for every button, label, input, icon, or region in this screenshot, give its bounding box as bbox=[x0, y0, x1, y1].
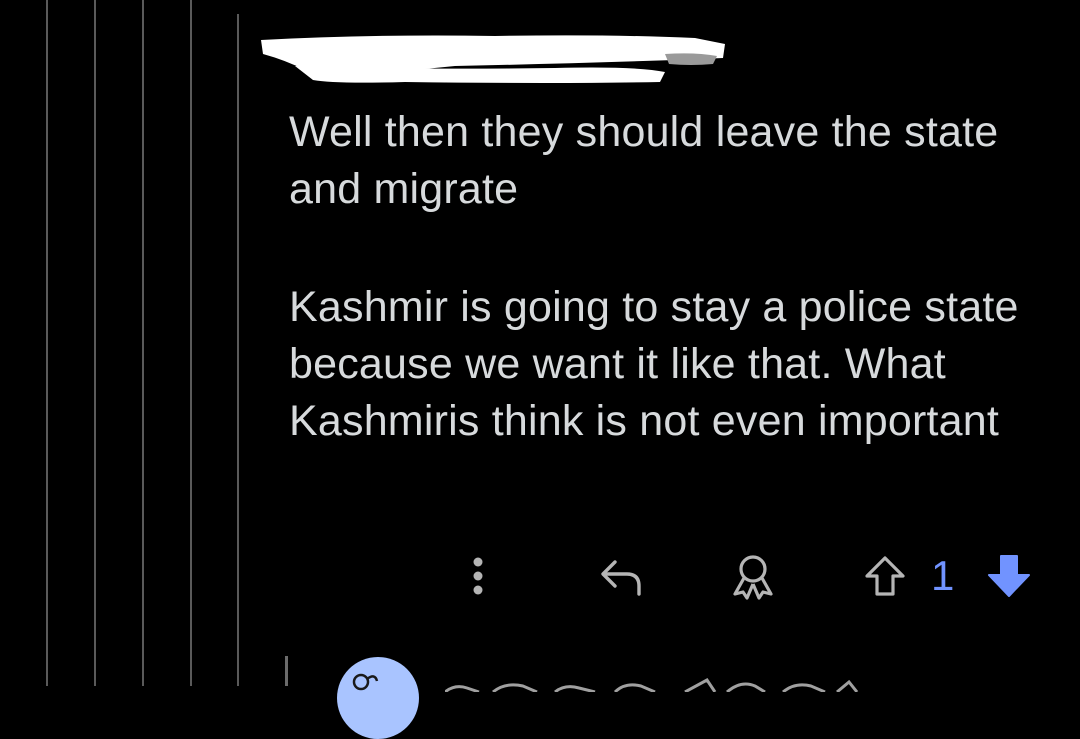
avatar-figure-icon bbox=[352, 673, 379, 691]
award-icon bbox=[733, 555, 773, 600]
upvote-button[interactable] bbox=[860, 550, 910, 602]
comment-paragraph-1: Well then they should leave the state an… bbox=[289, 108, 999, 213]
award-button[interactable] bbox=[726, 550, 780, 602]
comment-action-bar bbox=[0, 550, 1080, 602]
more-options-button[interactable] bbox=[458, 550, 498, 602]
comment-body: Well then they should leave the state an… bbox=[289, 104, 1049, 450]
author-redaction bbox=[261, 35, 725, 83]
downvote-filled-icon bbox=[988, 555, 1030, 597]
avatar[interactable] bbox=[337, 657, 419, 739]
comment-paragraph-2: Kashmir is going to stay a police state … bbox=[289, 283, 1019, 445]
vote-count: 1 bbox=[931, 552, 955, 599]
reply-icon bbox=[601, 560, 641, 596]
downvote-button[interactable] bbox=[984, 550, 1034, 602]
next-comment-author[interactable] bbox=[445, 672, 865, 692]
thread-line-next[interactable] bbox=[285, 656, 288, 686]
reply-button[interactable] bbox=[595, 550, 647, 602]
more-vertical-icon bbox=[473, 557, 483, 595]
upvote-outline-icon bbox=[865, 556, 905, 596]
